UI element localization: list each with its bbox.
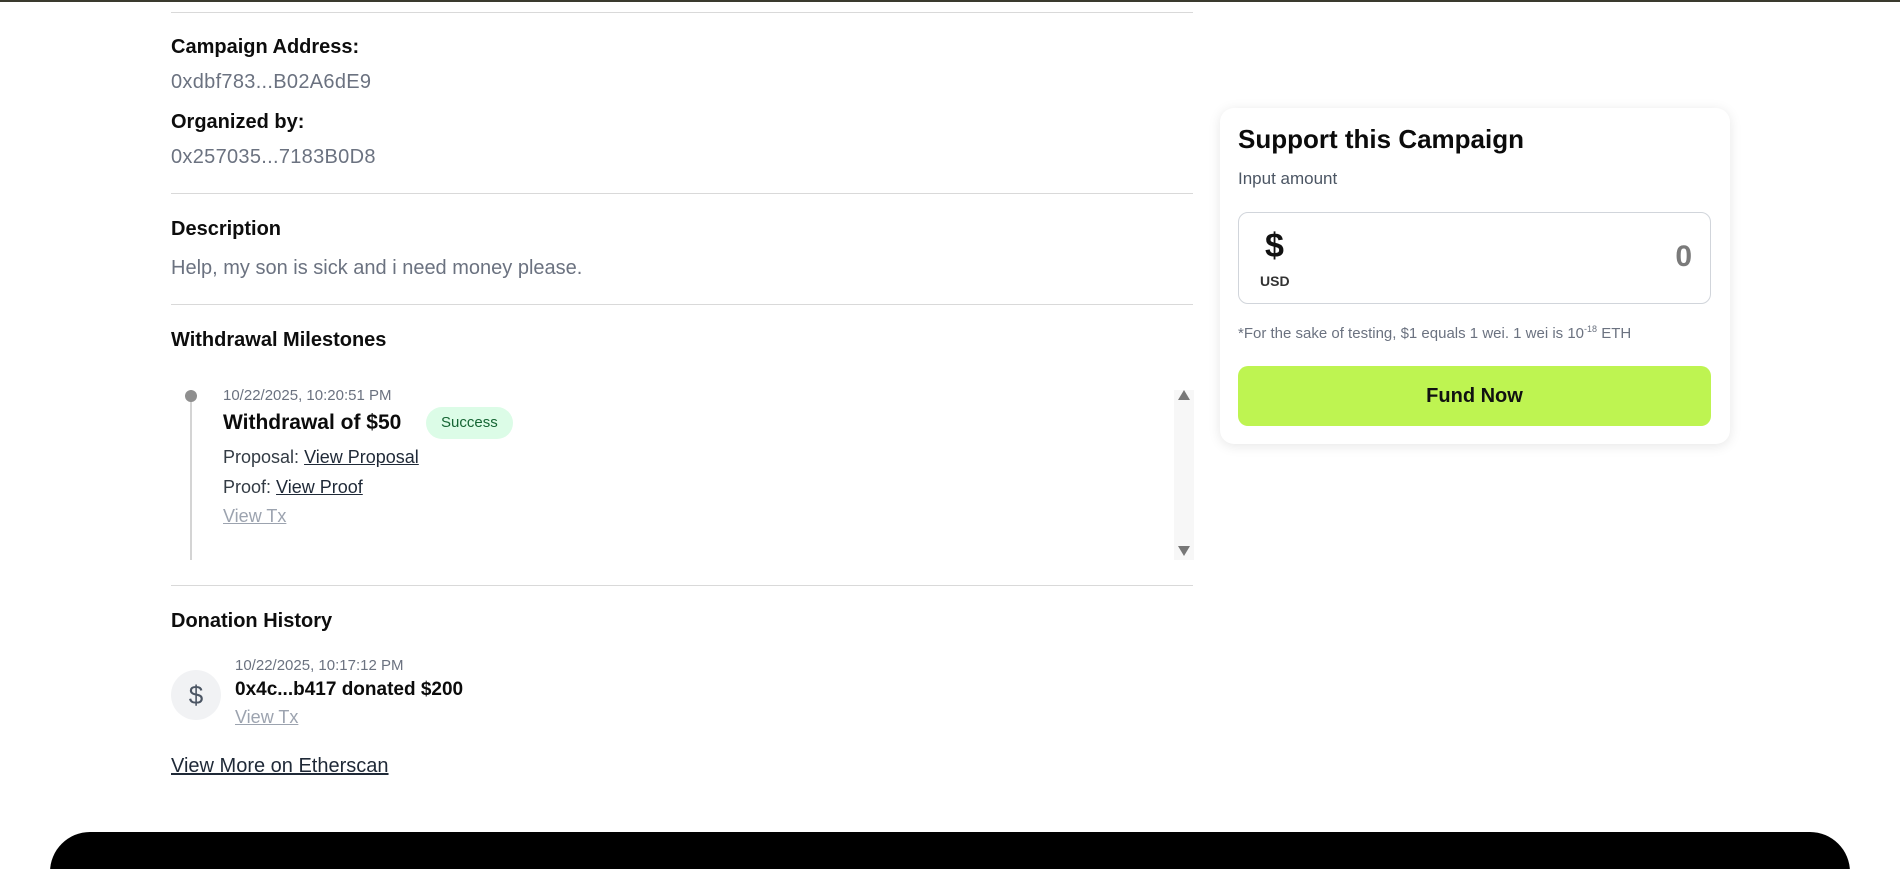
divider-description — [171, 193, 1193, 194]
status-badge: Success — [426, 407, 513, 439]
currency-symbol: $ — [1265, 227, 1284, 265]
view-proposal-link[interactable]: View Proposal — [304, 447, 419, 467]
timeline-dot — [185, 390, 197, 402]
milestone-proposal-row: Proposal: View Proposal — [223, 447, 419, 468]
view-proof-link[interactable]: View Proof — [276, 477, 363, 497]
note-exponent: -18 — [1584, 324, 1598, 334]
donation-text: 0x4c...b417 donated $200 — [235, 679, 464, 700]
donation-view-tx-link[interactable]: View Tx — [235, 707, 298, 728]
card-title: Support this Campaign — [1238, 124, 1524, 154]
fund-now-button[interactable]: Fund Now — [1238, 366, 1711, 426]
proof-label: Proof: — [223, 477, 272, 497]
milestones-title: Withdrawal Milestones — [171, 329, 387, 351]
footer — [50, 832, 1850, 869]
note-suffix: ETH — [1597, 325, 1632, 342]
proposal-label: Proposal: — [223, 447, 300, 467]
milestone-title: Withdrawal of $50 — [223, 411, 402, 434]
divider-top — [171, 12, 1193, 13]
divider-donations — [171, 585, 1193, 586]
campaign-address-label: Campaign Address: — [171, 36, 360, 58]
top-border — [0, 0, 1900, 2]
milestone-view-tx-link[interactable]: View Tx — [223, 506, 286, 527]
donation-history-title: Donation History — [171, 610, 333, 632]
card-subtitle: Input amount — [1238, 169, 1338, 188]
currency-code: USD — [1260, 273, 1290, 289]
donation-timestamp: 10/22/2025, 10:17:12 PM — [235, 657, 404, 674]
dollar-icon: $ — [171, 670, 221, 720]
milestone-timestamp: 10/22/2025, 10:20:51 PM — [223, 387, 392, 404]
view-more-etherscan-link[interactable]: View More on Etherscan — [171, 755, 389, 778]
milestones-list: 10/22/2025, 10:20:51 PM Withdrawal of $5… — [171, 376, 1194, 560]
timeline-line — [190, 390, 192, 560]
scroll-up-arrow-icon[interactable] — [1178, 390, 1190, 400]
milestones-scrollbar[interactable] — [1174, 390, 1194, 560]
description-text: Help, my son is sick and i need money pl… — [171, 257, 583, 279]
amount-field: $ USD — [1238, 212, 1711, 304]
organizer-value: 0x257035...7183B0D8 — [171, 146, 376, 168]
testing-note: *For the sake of testing, $1 equals 1 we… — [1238, 324, 1631, 342]
amount-input[interactable] — [1392, 237, 1692, 277]
description-title: Description — [171, 218, 282, 240]
campaign-address-value: 0xdbf783...B02A6dE9 — [171, 71, 372, 93]
support-campaign-card: Support this Campaign Input amount $ USD… — [1220, 108, 1730, 444]
milestone-proof-row: Proof: View Proof — [223, 477, 363, 498]
note-prefix: *For the sake of testing, $1 equals 1 we… — [1238, 325, 1585, 342]
organizer-label: Organized by: — [171, 111, 305, 133]
divider-milestones — [171, 304, 1193, 305]
scroll-down-arrow-icon[interactable] — [1178, 546, 1190, 556]
